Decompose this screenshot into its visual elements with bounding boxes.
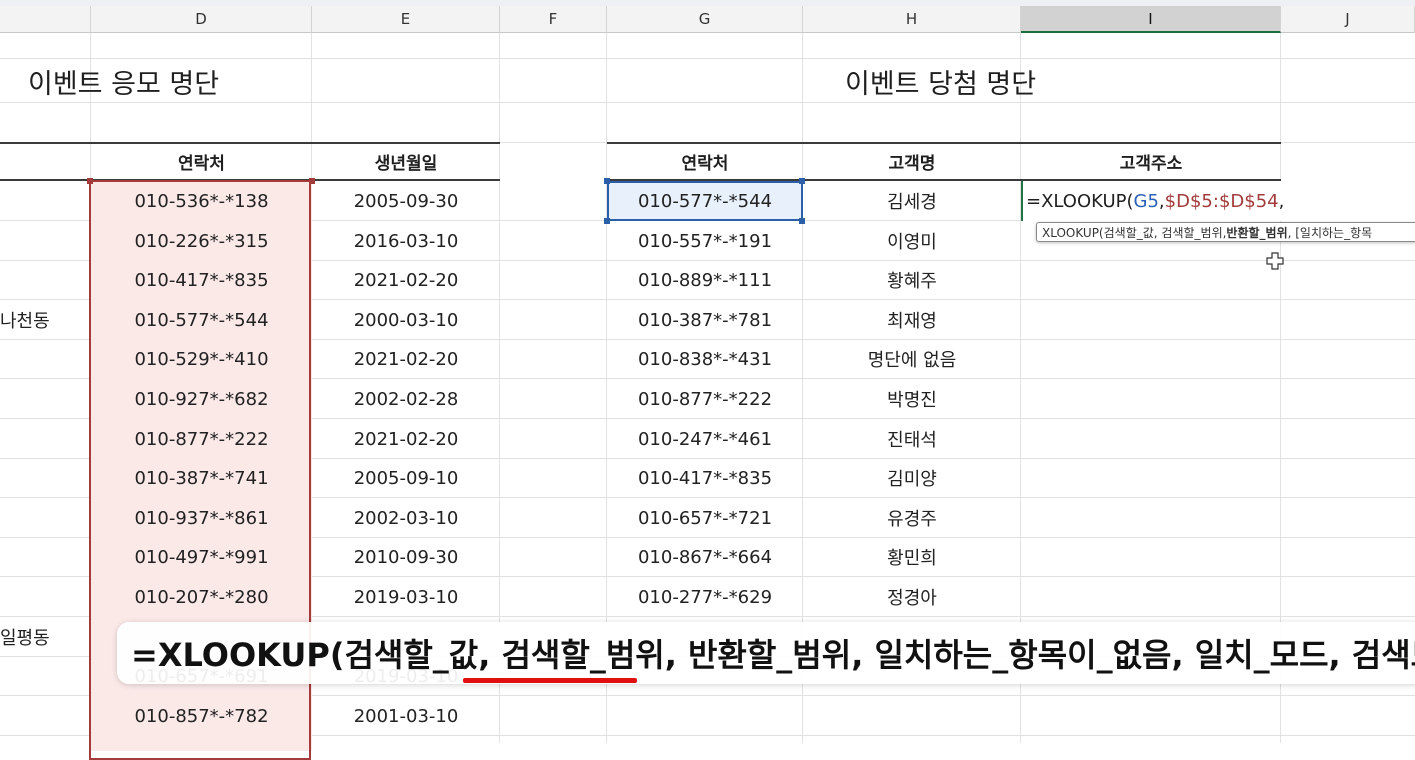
column-header-i[interactable]: I xyxy=(1021,6,1281,33)
function-argument-tooltip[interactable]: XLOOKUP(검색할_값, 검색할_범위, 반환할_범위, [일치하는_항목 xyxy=(1036,222,1415,242)
left-address-cell[interactable] xyxy=(0,458,90,498)
formula-separator-2: , xyxy=(1278,190,1285,212)
right-table-title: 이벤트 당첨 명단 xyxy=(845,69,1037,100)
left-address-cell[interactable] xyxy=(0,498,90,538)
column-header-d[interactable]: D xyxy=(91,6,312,33)
column-header-j[interactable]: J xyxy=(1281,6,1415,33)
formula-ref-lookup-value: G5 xyxy=(1133,190,1159,212)
left-address-cell[interactable] xyxy=(0,696,90,736)
left-birth-cell[interactable]: 2019-03-10 xyxy=(312,577,500,617)
left-address-cell[interactable] xyxy=(0,181,90,221)
right-name-cell[interactable]: 최재영 xyxy=(803,300,1021,340)
left-table-title: 이벤트 응모 명단 xyxy=(28,69,220,100)
right-contact-cell[interactable]: 010-577*-*544 xyxy=(607,181,803,221)
tooltip-args-before: XLOOKUP(검색할_값, 검색할_범위, xyxy=(1042,225,1227,240)
left-birth-cell[interactable]: 2005-09-30 xyxy=(312,181,500,221)
left-birth-cell[interactable]: 2000-03-10 xyxy=(312,300,500,340)
formula-ref-lookup-range: $D$5:$D$54 xyxy=(1164,190,1279,212)
left-birth-cell[interactable]: 2016-03-10 xyxy=(312,221,500,261)
range-handle-tr[interactable] xyxy=(309,178,315,184)
left-birth-cell[interactable]: 2021-02-20 xyxy=(312,260,500,300)
left-birth-cell[interactable]: 2001-03-10 xyxy=(312,696,500,736)
left-birth-cell[interactable]: 2005-09-10 xyxy=(312,458,500,498)
left-address-cell[interactable]: 일평동 xyxy=(0,617,90,657)
tooltip-current-arg: 반환할_범위 xyxy=(1226,225,1288,240)
right-contact-cell[interactable]: 010-247*-*461 xyxy=(607,419,803,459)
left-address-cell[interactable]: 나천동 xyxy=(0,300,90,340)
cell-cursor-icon xyxy=(1266,252,1284,270)
left-birth-cell[interactable]: 2002-02-28 xyxy=(312,379,500,419)
left-address-cell[interactable] xyxy=(0,221,90,261)
grid-row-line xyxy=(0,102,1415,103)
right-header-address[interactable]: 고객주소 xyxy=(1021,143,1281,180)
right-name-cell[interactable]: 명단에 없음 xyxy=(803,339,1021,379)
formula-prefix: =XLOOKUP( xyxy=(1026,190,1134,212)
left-header-contact[interactable]: 연락처 xyxy=(91,143,312,180)
column-header-h[interactable]: H xyxy=(803,6,1021,33)
column-header-g[interactable]: G xyxy=(607,6,803,33)
left-address-cell[interactable] xyxy=(0,339,90,379)
left-address-cell[interactable] xyxy=(0,419,90,459)
left-address-cell[interactable] xyxy=(0,537,90,577)
right-contact-cell[interactable]: 010-877*-*222 xyxy=(607,379,803,419)
right-name-cell[interactable]: 정경아 xyxy=(803,577,1021,617)
left-birth-cell[interactable]: 2010-09-30 xyxy=(312,537,500,577)
left-birth-cell[interactable]: 2021-02-20 xyxy=(312,419,500,459)
right-header-contact[interactable]: 연락처 xyxy=(607,143,803,180)
column-header-f[interactable]: F xyxy=(500,6,607,33)
left-address-cell[interactable] xyxy=(0,379,90,419)
right-header-name[interactable]: 고객명 xyxy=(803,143,1021,180)
right-contact-cell[interactable]: 010-838*-*431 xyxy=(607,339,803,379)
range-handle-tl[interactable] xyxy=(87,178,93,184)
right-contact-cell[interactable]: 010-387*-*781 xyxy=(607,300,803,340)
left-address-cell[interactable] xyxy=(0,260,90,300)
right-name-cell[interactable]: 황혜주 xyxy=(803,260,1021,300)
tooltip-args-after: , [일치하는_항목 xyxy=(1287,225,1373,240)
left-header-top-border xyxy=(0,142,500,144)
right-name-cell[interactable]: 김세경 xyxy=(803,181,1021,221)
in-cell-formula[interactable]: =XLOOKUP(G5, $D$5:$D$54, xyxy=(1026,181,1284,221)
left-birth-cell[interactable]: 2021-02-20 xyxy=(312,339,500,379)
right-name-cell[interactable]: 유경주 xyxy=(803,498,1021,538)
right-contact-cell[interactable]: 010-657*-*721 xyxy=(607,498,803,538)
right-contact-cell[interactable]: 010-867*-*664 xyxy=(607,537,803,577)
right-contact-cell[interactable]: 010-557*-*191 xyxy=(607,221,803,261)
column-header-e[interactable]: E xyxy=(312,6,500,33)
column-header-leading[interactable] xyxy=(0,6,91,33)
right-contact-cell[interactable]: 010-277*-*629 xyxy=(607,577,803,617)
grid-row-line xyxy=(0,58,1415,59)
right-name-cell[interactable]: 김미양 xyxy=(803,458,1021,498)
left-birth-cell[interactable]: 2002-03-10 xyxy=(312,498,500,538)
right-name-cell[interactable]: 박명진 xyxy=(803,379,1021,419)
right-name-cell[interactable]: 진태석 xyxy=(803,419,1021,459)
right-name-cell[interactable]: 이영미 xyxy=(803,221,1021,261)
left-address-cell[interactable] xyxy=(0,577,90,617)
left-address-cell[interactable] xyxy=(0,656,90,696)
right-contact-cell[interactable]: 010-417*-*835 xyxy=(607,458,803,498)
left-header-birth[interactable]: 생년월일 xyxy=(312,143,500,180)
right-contact-cell[interactable]: 010-889*-*111 xyxy=(607,260,803,300)
caption-underline-highlight xyxy=(463,678,637,683)
right-name-cell[interactable]: 황민희 xyxy=(803,537,1021,577)
subtitle-caption-text: =XLOOKUP(검색할_값, 검색할_범위, 반환할_범위, 일치하는_항목이… xyxy=(131,636,1415,674)
